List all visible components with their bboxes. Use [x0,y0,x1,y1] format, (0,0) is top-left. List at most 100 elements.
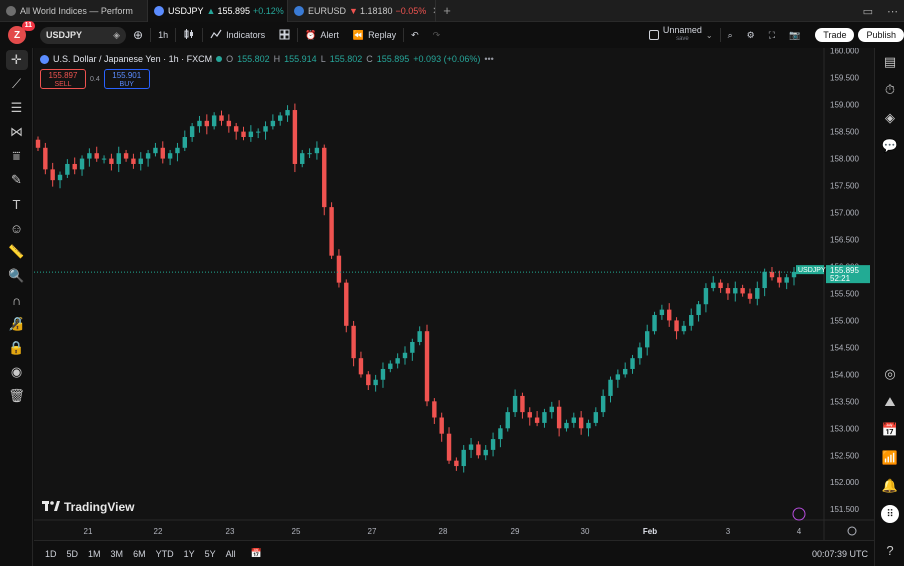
magnet-tool[interactable]: ∩ [0,288,33,312]
layout-menu-button[interactable]: Unnamed save ⌄ [642,22,720,48]
apps-button[interactable]: ⠿ [875,500,904,528]
zoom-tool[interactable]: 🔍 [0,264,33,288]
range-all[interactable]: All [221,549,241,559]
alerts-button[interactable]: ⏱ [875,76,904,104]
buy-button[interactable]: 155.901 BUY [103,69,150,89]
screen-mirror-icon[interactable]: ▭ [863,5,873,18]
candle-body [241,131,246,138]
range-6m[interactable]: 6M [128,549,151,559]
candle-body [490,439,496,450]
market-open-dot [216,56,223,62]
range-3m[interactable]: 3M [106,549,129,559]
compare-button[interactable]: ⊕ [126,22,150,48]
price-chart[interactable]: 160.000 159.500 159.000 158.500 158.000 157.5… [34,48,874,540]
layout-name-block: Unnamed save [663,26,702,44]
date-range-calendar-icon[interactable]: 📅 [251,548,262,559]
interval-button[interactable]: 1h [151,22,175,48]
range-5d[interactable]: 5D [62,549,84,559]
chat-button[interactable]: 💬 [875,132,904,160]
ideas-button[interactable]: ⛰ [875,388,904,416]
sell-button[interactable]: 155.897 SELL [40,69,86,89]
lock-drawings-tool[interactable]: 🔏 [0,312,33,336]
quick-search-button[interactable]: ⌕ [721,22,740,48]
symbol-search-button[interactable]: USDJPY ◈ [40,26,126,44]
trade-button[interactable]: Trade [815,28,855,42]
candle-body [285,110,290,116]
emoji-tool[interactable]: ☺ [0,216,33,240]
candle-body [608,379,613,396]
calendar-button[interactable]: 📅 [875,416,904,444]
redo-button[interactable]: ↷ [426,22,448,48]
candle-body [645,331,650,348]
text-tool[interactable]: T [0,192,33,216]
candle-body [344,282,349,326]
browser-tab-eurusd[interactable]: EURUSD ▼ 1.18180 −0.05% ✕ [288,0,436,22]
utc-clock[interactable]: 00:07:39 UTC [812,541,868,566]
range-1d[interactable]: 1D [40,549,62,559]
chart-pane[interactable]: 160.000 159.500 159.000 158.500 158.000 157.5… [34,48,874,540]
candle-body [476,444,481,456]
avatar[interactable]: Z 11 [8,21,35,44]
range-1m[interactable]: 1M [83,549,106,559]
candle-body [292,110,298,164]
fullscreen-button[interactable]: ⛶ [762,22,782,48]
more-icon[interactable]: ⋯ [887,5,898,18]
candle-body [248,131,254,138]
broadcast-icon: 📶 [881,450,899,465]
help-button[interactable]: ? [875,536,904,564]
remove-tool[interactable]: 🗑 [0,384,33,408]
candle-body [211,115,217,127]
settings-button[interactable]: ⚙ [740,22,762,48]
candle-body [689,315,694,326]
candle-body [747,293,753,299]
camera-icon: 📷 [789,29,801,40]
crosshair-tool[interactable]: ✛ [0,48,33,72]
ruler-tool[interactable]: 📏 [0,240,33,264]
layout-name: Unnamed [662,25,702,35]
legend-title[interactable]: U.S. Dollar / Japanese Yen · 1h · FXCM [53,54,212,64]
new-tab-icon[interactable]: + [436,0,458,21]
candle-body [542,412,547,423]
candle-body [197,120,202,127]
buy-price: 155.901 [112,71,142,80]
object-tree-button[interactable]: ◈ [875,104,904,132]
notifications-button[interactable]: 🔔 [875,472,904,500]
candle-body [520,395,525,413]
trend-line-tool[interactable]: ⟋ [0,72,33,96]
projection-tool[interactable]: ⩸ [0,144,33,168]
candle-body [204,120,210,127]
candle-body [468,444,474,450]
brush-tool[interactable]: ✎ [0,168,33,192]
alert-button[interactable]: ⏰ Alert [298,22,346,48]
buy-label: BUY [119,81,134,88]
range-1y[interactable]: 1Y [179,549,200,559]
flag-icon [294,6,304,16]
fib-tool[interactable]: ☰ [0,96,33,120]
legend-close-key: C [366,54,373,64]
templates-button[interactable] [272,22,297,48]
streams-button[interactable]: 📶 [875,444,904,472]
legend-more-icon[interactable]: ••• [484,54,493,64]
visibility-tool[interactable]: ◉ [0,360,33,384]
target-button[interactable]: ◎ [875,360,904,388]
browser-tab-usdjpy[interactable]: USDJPY ▲ 155.895 +0.12% ✕ [148,0,288,22]
candle-body [153,147,158,154]
browser-tab-indices[interactable]: All World Indices — Perform [0,0,148,22]
lock-tool[interactable]: 🔒 [0,336,33,360]
watchlist-button[interactable]: ▤ [875,48,904,76]
range-ytd[interactable]: YTD [151,549,179,559]
indicators-button[interactable]: Indicators [203,22,272,48]
candle-body [116,153,121,164]
time-axis-label: 3 [726,527,731,536]
pattern-tool[interactable]: ⋈ [0,120,33,144]
undo-button[interactable]: ↶ [404,22,426,48]
chart-type-button[interactable] [176,22,202,48]
replay-button[interactable]: ⏪ Replay [346,22,403,48]
snapshot-button[interactable]: 📷 [782,22,807,48]
range-5y[interactable]: 5Y [200,549,221,559]
price-axis-label: 159.000 [830,101,859,110]
indicators-icon [210,28,222,42]
publish-button[interactable]: Publish [858,28,904,42]
candle-body [740,288,745,294]
